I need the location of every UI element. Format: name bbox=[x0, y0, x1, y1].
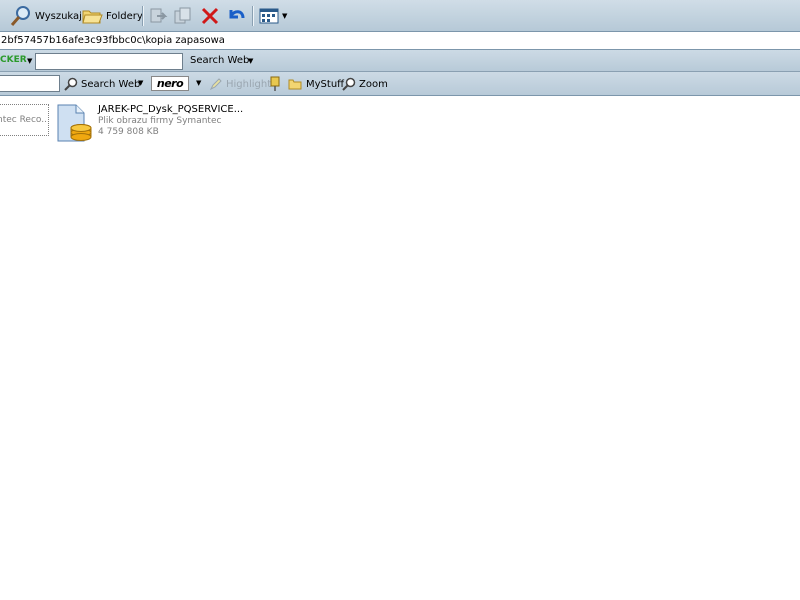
chevron-down-icon[interactable]: ▼ bbox=[248, 57, 253, 65]
web-search-toolbar: CKER ▼ Search Web ▼ bbox=[0, 50, 800, 72]
list-item[interactable]: ntec Reco... bbox=[0, 104, 49, 136]
toolbar-separator bbox=[142, 6, 144, 26]
search-web-button[interactable]: Search Web bbox=[190, 55, 249, 66]
nero-logo[interactable]: nero bbox=[151, 76, 189, 91]
magnifier-icon bbox=[64, 77, 78, 91]
zoom-button[interactable]: Zoom bbox=[342, 73, 388, 95]
nero-search-input[interactable] bbox=[0, 75, 60, 92]
list-item[interactable]: JAREK-PC_Dysk_PQSERVICE... Plik obrazu f… bbox=[55, 103, 245, 143]
zoom-label: Zoom bbox=[359, 78, 388, 90]
symantec-image-file-icon bbox=[57, 104, 92, 142]
partial-item-label: ntec Reco... bbox=[0, 115, 49, 125]
magnifier-icon bbox=[10, 6, 30, 26]
pushpin-icon bbox=[270, 76, 280, 91]
chevron-down-icon[interactable]: ▼ bbox=[27, 57, 32, 65]
folder-icon bbox=[288, 79, 302, 90]
views-grid-icon bbox=[259, 8, 279, 24]
file-type: Plik obrazu firmy Symantec bbox=[98, 116, 222, 126]
undo-icon bbox=[229, 10, 245, 19]
nero-toolbar: Search Web ▼ nero ▼ Highlight MyStuff Zo… bbox=[0, 72, 800, 96]
file-size: 4 759 808 KB bbox=[98, 127, 159, 137]
web-search-input[interactable] bbox=[35, 53, 183, 70]
nero-search-web-button[interactable]: Search Web bbox=[64, 73, 140, 95]
copy-to-button[interactable] bbox=[173, 5, 193, 27]
search-button[interactable]: Wyszukaj bbox=[10, 5, 82, 27]
delete-x-icon bbox=[201, 7, 219, 25]
search-button-label: Wyszukaj bbox=[35, 10, 82, 22]
folder-icon bbox=[82, 10, 103, 24]
views-button[interactable]: ▼ bbox=[259, 5, 287, 27]
move-to-button[interactable] bbox=[148, 5, 168, 27]
undo-button[interactable] bbox=[226, 5, 246, 27]
folders-button-label: Foldery bbox=[106, 10, 143, 22]
file-list-view[interactable]: ntec Reco... JAREK-PC_Dysk_PQSERVICE... … bbox=[0, 97, 800, 600]
highlight-label: Highlight bbox=[226, 78, 272, 90]
delete-button[interactable] bbox=[200, 5, 220, 27]
file-name: JAREK-PC_Dysk_PQSERVICE... bbox=[98, 104, 244, 115]
folders-button[interactable]: Foldery bbox=[81, 5, 143, 27]
highlight-button[interactable]: Highlight bbox=[209, 73, 271, 95]
chevron-down-icon[interactable]: ▼ bbox=[196, 79, 201, 87]
toolbar-separator bbox=[252, 6, 254, 26]
move-to-icon bbox=[150, 8, 168, 23]
pin-button[interactable] bbox=[268, 73, 282, 95]
toolbar-brand-label: CKER bbox=[0, 55, 27, 65]
chevron-down-icon: ▼ bbox=[282, 12, 288, 20]
mystuff-label: MyStuff bbox=[306, 78, 345, 90]
chevron-down-icon[interactable]: ▼ bbox=[138, 79, 143, 87]
nero-search-web-label: Search Web bbox=[81, 78, 141, 90]
mystuff-button[interactable]: MyStuff bbox=[288, 73, 344, 95]
address-input[interactable]: 2bf57457b16afe3c93fbbc0c\kopia zapasowa bbox=[0, 32, 800, 50]
nero-logo-text: nero bbox=[156, 77, 184, 90]
zoom-magnifier-icon bbox=[342, 77, 356, 91]
standard-toolbar: Wyszukaj Foldery ▼ bbox=[0, 0, 800, 32]
address-path: 2bf57457b16afe3c93fbbc0c\kopia zapasowa bbox=[1, 35, 225, 46]
copy-to-icon bbox=[174, 7, 191, 24]
highlighter-pen-icon bbox=[209, 78, 222, 91]
